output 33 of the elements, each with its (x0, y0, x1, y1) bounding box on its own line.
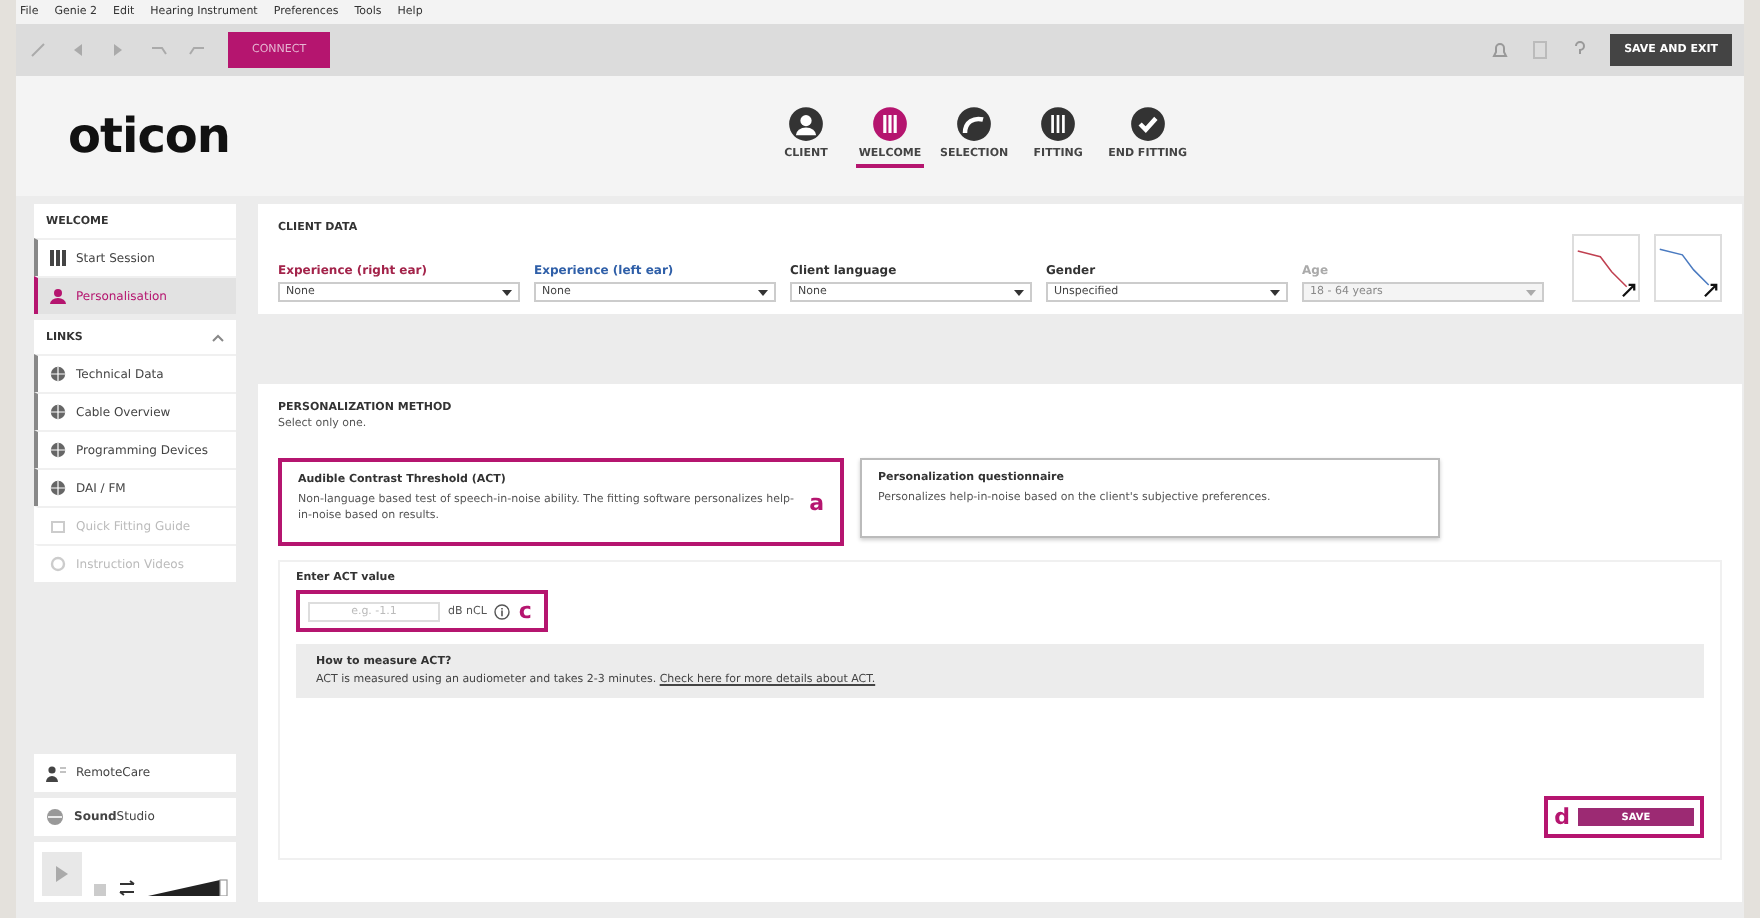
callout-letter: d (1554, 804, 1570, 830)
callout-letter: a (809, 489, 824, 515)
bars-icon (872, 105, 908, 141)
caret-icon (502, 289, 512, 295)
logo: oticon (68, 108, 232, 164)
bars-icon (50, 250, 66, 266)
document-icon (50, 518, 66, 534)
caret-icon (1526, 289, 1536, 295)
caret-icon (1270, 289, 1280, 295)
play-icon (54, 864, 70, 884)
swap-icon[interactable] (118, 880, 136, 896)
bell-icon[interactable] (1490, 40, 1511, 60)
person-icon (788, 105, 824, 141)
person-icon (50, 288, 66, 304)
info-icon[interactable] (494, 603, 511, 619)
audiogram-thumbnail[interactable] (1654, 234, 1722, 302)
caret-icon (1014, 289, 1024, 295)
play-button[interactable] (42, 852, 82, 896)
globe-icon (50, 480, 66, 496)
chevron-icon[interactable] (212, 333, 224, 341)
edit-icon[interactable] (28, 40, 48, 60)
volume-icon[interactable] (148, 878, 228, 896)
caret-icon (758, 289, 768, 295)
audiogram-thumbnail[interactable] (1572, 234, 1640, 302)
help-icon[interactable] (1570, 40, 1591, 60)
globe-icon (50, 404, 66, 420)
globe-icon (50, 442, 66, 458)
checkmark-icon (1129, 105, 1166, 141)
arc-icon (956, 105, 993, 141)
people-icon (46, 765, 66, 781)
callout-letter: c (518, 598, 532, 624)
globe-icon (50, 366, 66, 382)
document-icon[interactable] (1530, 40, 1551, 60)
